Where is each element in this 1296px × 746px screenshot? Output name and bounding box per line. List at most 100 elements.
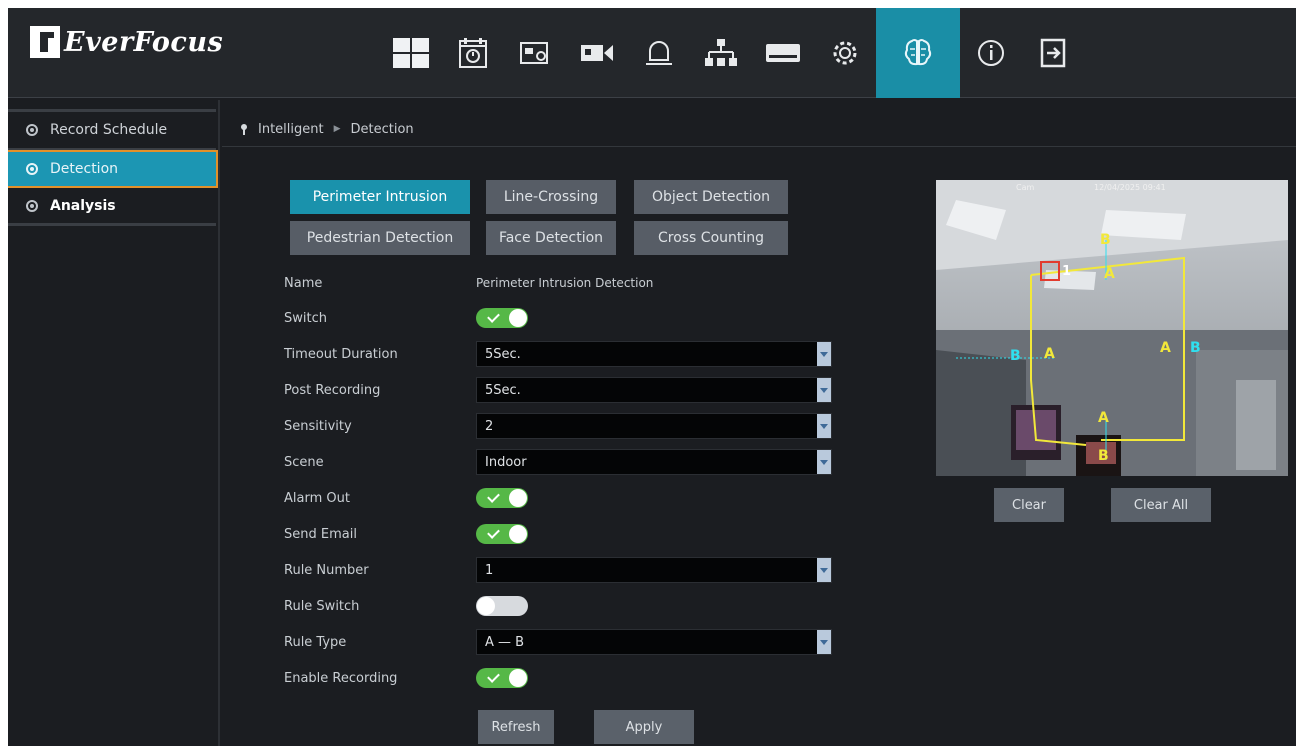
refresh-label: Refresh [491,719,541,735]
sidebar-item-analysis[interactable]: Analysis [8,188,216,226]
toggle-knob [509,489,527,507]
tab-cross-counting[interactable]: Cross Counting [634,221,788,255]
camera-timestamp: 12/04/2025 09:41 [1094,183,1166,192]
rule-type-select[interactable]: A — B [476,629,832,655]
clear-all-button[interactable]: Clear All [1111,488,1211,522]
nav-snapshot[interactable] [504,8,566,98]
toggle-knob [509,669,527,687]
send-email-toggle[interactable] [476,524,528,544]
nav-logout[interactable] [1022,8,1084,98]
toggle-knob [509,525,527,543]
sidebar-item-label: Detection [50,161,119,177]
tab-perimeter-intrusion[interactable]: Perimeter Intrusion [290,180,470,214]
rule-type-value: A — B [485,634,525,650]
timeout-value: 5Sec. [485,346,521,362]
nav-info[interactable] [960,8,1022,98]
chevron-down-icon[interactable] [817,414,831,438]
nav-live-view[interactable] [380,8,442,98]
enable-recording-toggle[interactable] [476,668,528,688]
post-recording-label: Post Recording [284,382,381,398]
tab-pedestrian-detection[interactable]: Pedestrian Detection [290,221,470,255]
rule-number-value: 1 [485,562,494,578]
storage-icon [766,44,800,62]
brand-name: EverFocus [64,26,224,58]
nav-playback[interactable] [442,8,504,98]
camera-label: Cam [1016,183,1035,192]
timeout-label: Timeout Duration [284,346,398,362]
apply-button[interactable]: Apply [594,710,694,744]
label-a-top: A [1104,266,1115,282]
chevron-down-icon[interactable] [817,630,831,654]
rule-number-label: Rule Number [284,562,369,578]
row-enable-recording: Enable Recording [284,664,528,692]
nav-storage[interactable] [752,8,814,98]
analysis-icon [26,199,38,212]
label-b-bottom: B [1098,448,1109,464]
sidebar-item-detection[interactable]: Detection [8,150,218,188]
sidebar-divider [218,100,220,746]
rule-switch-toggle[interactable] [476,596,528,616]
playback-icon [459,38,487,68]
name-value: Perimeter Intrusion Detection [476,276,654,290]
everfocus-logo-icon [30,26,60,58]
sidebar-item-record-schedule[interactable]: Record Schedule [8,112,216,150]
location-pin-icon [241,124,247,135]
enable-recording-label: Enable Recording [284,670,398,686]
intelligent-brain-icon [904,39,932,66]
rule-type-label: Rule Type [284,634,347,650]
tab-label: Pedestrian Detection [306,230,454,246]
sidebar-item-label: Record Schedule [50,122,168,138]
nav-intelligent[interactable] [876,8,960,98]
rule-number-select[interactable]: 1 [476,557,832,583]
network-icon [705,39,737,66]
camera-icon [581,45,613,61]
info-icon [978,40,1004,66]
tab-label: Perimeter Intrusion [312,189,448,205]
scene-value: Indoor [485,454,527,470]
nav-settings[interactable] [814,8,876,98]
breadcrumb-root[interactable]: Intelligent [258,122,324,137]
nav-camera[interactable] [566,8,628,98]
scene-label: Scene [284,454,324,470]
row-send-email: Send Email [284,520,528,548]
post-recording-select[interactable]: 5Sec. [476,377,832,403]
detection-icon [26,163,38,175]
clear-all-label: Clear All [1133,497,1189,513]
sensitivity-label: Sensitivity [284,418,352,434]
brand-logo: EverFocus [30,26,223,58]
breadcrumb-rule [222,146,1296,147]
chevron-down-icon[interactable] [817,558,831,582]
row-rule-type: Rule Type A — B [284,628,832,656]
alarm-bell-icon [646,41,672,65]
tab-line-crossing[interactable]: Line-Crossing [486,180,616,214]
send-email-label: Send Email [284,526,357,542]
toggle-knob [509,309,527,327]
chevron-down-icon[interactable] [817,378,831,402]
label-b-right: B [1190,340,1201,356]
alarm-out-toggle[interactable] [476,488,528,508]
breadcrumb-separator-icon: ▶ [333,124,341,134]
chevron-down-icon[interactable] [817,342,831,366]
toggle-knob [477,597,495,615]
nav-alarm[interactable] [628,8,690,98]
row-rule-switch: Rule Switch [284,592,528,620]
breadcrumb-current: Detection [350,121,414,137]
timeout-select[interactable]: 5Sec. [476,341,832,367]
clear-button[interactable]: Clear [994,488,1064,522]
sidebar: Record Schedule Detection Analysis [8,112,218,226]
tab-face-detection[interactable]: Face Detection [486,221,616,255]
breadcrumb: Intelligent ▶ Detection [240,118,414,140]
chevron-down-icon[interactable] [817,450,831,474]
refresh-button[interactable]: Refresh [478,710,554,744]
sensitivity-select[interactable]: 2 [476,413,832,439]
scene-select[interactable]: Indoor [476,449,832,475]
row-switch: Switch [284,304,528,332]
switch-toggle[interactable] [476,308,528,328]
row-scene: Scene Indoor [284,448,832,476]
nav-network[interactable] [690,8,752,98]
camera-preview[interactable]: Cam 12/04/2025 09:41 1 B A B A A B A B [936,180,1288,476]
label-a-right: A [1160,340,1171,356]
record-schedule-icon [26,124,38,136]
tab-object-detection[interactable]: Object Detection [634,180,788,214]
row-alarm-out: Alarm Out [284,484,528,512]
